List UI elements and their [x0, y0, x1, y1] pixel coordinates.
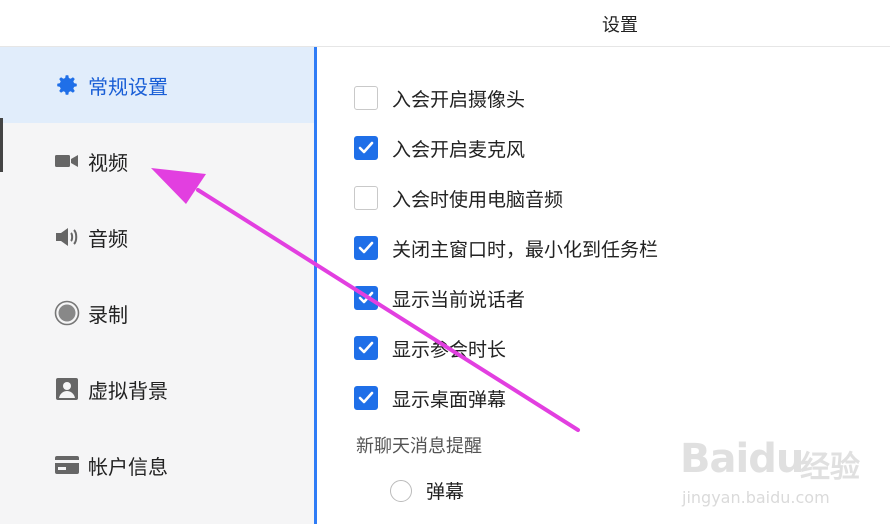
sidebar-item-general[interactable]: 常规设置 [0, 47, 314, 123]
checkbox[interactable] [354, 86, 378, 110]
checkmark-icon [358, 341, 374, 354]
option-desktop-danmaku[interactable]: 显示桌面弹幕 [354, 383, 506, 413]
sidebar-item-label: 音频 [88, 226, 128, 251]
option-label: 显示当前说话者 [392, 288, 526, 311]
checkbox[interactable] [354, 386, 378, 410]
sidebar-item-label: 常规设置 [88, 74, 168, 99]
checkbox[interactable] [354, 186, 378, 210]
checkmark-icon [358, 141, 374, 154]
window-edge [0, 118, 3, 172]
sidebar-item-video[interactable]: 视频 [0, 123, 314, 199]
sidebar-item-audio[interactable]: 音频 [0, 199, 314, 275]
option-camera-on-join[interactable]: 入会开启摄像头 [354, 83, 525, 113]
speaker-icon [54, 224, 80, 250]
checkmark-icon [358, 291, 374, 304]
option-label: 显示桌面弹幕 [392, 388, 507, 411]
checkbox[interactable] [354, 286, 378, 310]
window-title: 设置 [602, 15, 638, 36]
sidebar: 常规设置 视频 音频 录制 虚拟背景 帐户信息 [0, 47, 314, 524]
section-title: 新聊天消息提醒 [356, 436, 482, 457]
option-computer-audio[interactable]: 入会时使用电脑音频 [354, 183, 563, 213]
sidebar-item-label: 视频 [88, 150, 128, 175]
radio-danmaku[interactable]: 弹幕 [390, 477, 464, 504]
sidebar-item-label: 录制 [88, 302, 128, 327]
record-icon [54, 300, 80, 326]
title-bar: 设置 [0, 0, 890, 47]
option-minimize-to-taskbar[interactable]: 关闭主窗口时，最小化到任务栏 [354, 233, 658, 263]
option-label: 入会开启麦克风 [392, 138, 526, 161]
sidebar-item-account[interactable]: 帐户信息 [0, 427, 314, 503]
virtual-background-icon [54, 376, 80, 402]
checkmark-icon [358, 241, 374, 254]
sidebar-item-record[interactable]: 录制 [0, 275, 314, 351]
checkbox[interactable] [354, 136, 378, 160]
gear-icon [54, 72, 80, 98]
radio-button[interactable] [390, 479, 412, 502]
option-label: 入会时使用电脑音频 [392, 188, 564, 211]
option-show-speaker[interactable]: 显示当前说话者 [354, 283, 525, 313]
option-mic-on-join[interactable]: 入会开启麦克风 [354, 133, 525, 163]
checkbox[interactable] [354, 336, 378, 360]
radio-label: 弹幕 [426, 481, 465, 503]
sidebar-item-virtual-background[interactable]: 虚拟背景 [0, 351, 314, 427]
option-label: 入会开启摄像头 [392, 88, 526, 111]
checkmark-icon [358, 391, 374, 404]
checkbox[interactable] [354, 236, 378, 260]
sidebar-item-label: 帐户信息 [88, 454, 168, 479]
option-label: 关闭主窗口时，最小化到任务栏 [392, 238, 659, 261]
option-show-duration[interactable]: 显示参会时长 [354, 333, 506, 363]
option-label: 显示参会时长 [392, 338, 507, 361]
account-card-icon [54, 452, 80, 478]
settings-content: 入会开启摄像头 入会开启麦克风 入会时使用电脑音频 关闭主窗口时，最小化到任务栏… [317, 47, 890, 524]
sidebar-item-label: 虚拟背景 [88, 378, 168, 403]
video-camera-icon [54, 148, 80, 174]
